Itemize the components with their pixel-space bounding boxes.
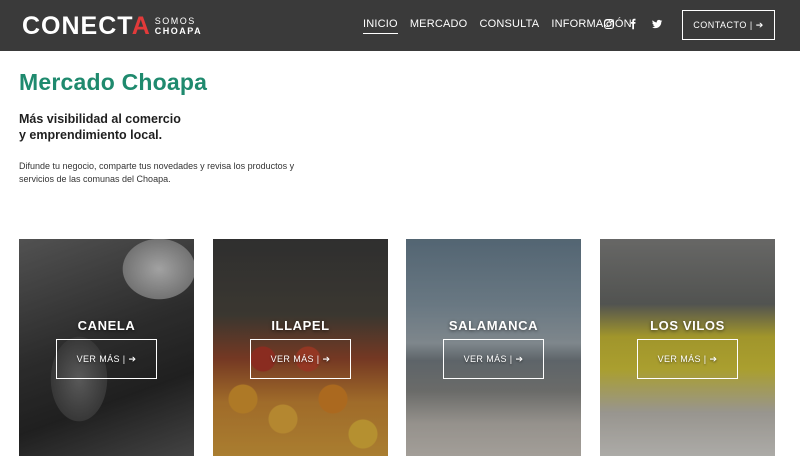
ver-mas-button[interactable]: VER MÁS | ➔: [443, 339, 544, 379]
nav-inicio[interactable]: INICIO: [363, 18, 398, 34]
main-nav: INICIO MERCADO CONSULTA INFORMACIÓN: [363, 18, 644, 34]
twitter-icon[interactable]: [651, 18, 663, 30]
card-title: ILLAPEL: [271, 318, 330, 333]
card-title: SALAMANCA: [448, 318, 539, 333]
facebook-icon[interactable]: [627, 18, 639, 30]
nav-mercado[interactable]: MERCADO: [410, 18, 468, 34]
ver-mas-button[interactable]: VER MÁS | ➔: [56, 339, 157, 379]
site-logo[interactable]: CONECTA SOMOS CHOAPA: [22, 12, 202, 40]
page-title: Mercado Choapa: [19, 69, 208, 95]
card-salamanca[interactable]: SALAMANCA VER MÁS | ➔: [406, 239, 581, 456]
social-links: [603, 18, 663, 30]
card-los-vilos[interactable]: LOS VILOS VER MÁS | ➔: [600, 239, 775, 456]
hero-subtitle-line1: Más visibilidad al comercio: [19, 112, 181, 126]
card-illapel[interactable]: ILLAPEL VER MÁS | ➔: [213, 239, 388, 456]
hero-subtitle-line2: y emprendimiento local.: [19, 128, 163, 142]
hero-description: Difunde tu negocio, comparte tus novedad…: [19, 161, 295, 184]
hero-subtitle: Más visibilidad al comercio y emprendimi…: [19, 111, 219, 143]
card-canela[interactable]: CANELA VER MÁS | ➔: [19, 239, 194, 456]
contact-button[interactable]: CONTACTO | ➔: [682, 10, 775, 40]
instagram-icon[interactable]: [603, 18, 615, 30]
ver-mas-button[interactable]: VER MÁS | ➔: [637, 339, 738, 379]
logo-tagline: SOMOS CHOAPA: [154, 16, 203, 36]
site-header: CONECTA SOMOS CHOAPA INICIO MERCADO CONS…: [0, 0, 800, 51]
ver-mas-button[interactable]: VER MÁS | ➔: [250, 339, 351, 379]
logo-wordmark: CONECTA: [22, 12, 151, 40]
nav-consulta[interactable]: CONSULTA: [479, 18, 539, 34]
card-title: CANELA: [77, 318, 136, 333]
card-title: LOS VILOS: [650, 318, 725, 333]
